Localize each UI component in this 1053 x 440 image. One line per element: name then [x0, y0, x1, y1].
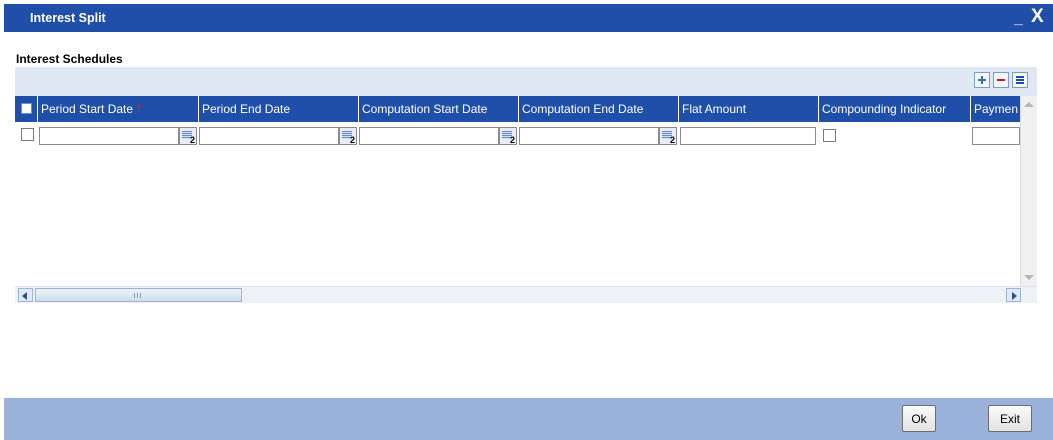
select-all-checkbox[interactable]: [21, 103, 32, 114]
title-bar: Interest Split _ X: [4, 4, 1053, 32]
scroll-up-icon[interactable]: [1024, 102, 1034, 107]
window-title: Interest Split: [30, 11, 106, 25]
vertical-scrollbar[interactable]: [1020, 96, 1037, 286]
horizontal-scroll-thumb[interactable]: [35, 288, 242, 302]
close-button[interactable]: X: [1031, 6, 1044, 28]
column-header-label: Paymen: [974, 102, 1019, 116]
grid-header: Period Start Date * Period End Date Comp…: [15, 96, 1020, 122]
footer-bar: Ok Exit: [4, 398, 1053, 440]
compounding-indicator-checkbox[interactable]: [823, 129, 836, 142]
computation-end-date-input[interactable]: [519, 127, 659, 145]
column-header-label: Period Start Date: [41, 102, 134, 116]
calendar-icon[interactable]: [339, 127, 357, 145]
interest-schedules-grid: Period Start Date * Period End Date Comp…: [15, 96, 1020, 286]
calendar-icon[interactable]: [659, 127, 677, 145]
period-end-date-input[interactable]: [199, 127, 339, 145]
scroll-down-icon[interactable]: [1024, 275, 1034, 280]
column-header-label: Computation Start Date: [362, 102, 488, 116]
section-title: Interest Schedules: [16, 52, 123, 66]
column-header-period-start-date[interactable]: Period Start Date *: [38, 96, 199, 122]
interest-split-window: Interest Split _ X Interest Schedules Pe…: [4, 4, 1053, 440]
row-select-checkbox[interactable]: [21, 128, 34, 141]
ok-button[interactable]: Ok: [902, 405, 936, 432]
column-header-period-end-date[interactable]: Period End Date: [199, 96, 359, 122]
column-header-payment[interactable]: Paymen: [971, 96, 1020, 122]
horizontal-scrollbar[interactable]: [15, 286, 1037, 303]
calendar-icon[interactable]: [179, 127, 197, 145]
column-header-computation-end-date[interactable]: Computation End Date: [519, 96, 679, 122]
column-header-computation-start-date[interactable]: Computation Start Date: [359, 96, 519, 122]
flat-amount-input[interactable]: [680, 127, 816, 145]
scroll-right-icon[interactable]: [1006, 288, 1021, 302]
period-start-date-input[interactable]: [39, 127, 179, 145]
column-header-label: Flat Amount: [682, 102, 747, 116]
scroll-left-icon[interactable]: [18, 288, 33, 302]
column-header-label: Period End Date: [202, 102, 291, 116]
grid-toolbar: [15, 67, 1037, 96]
column-header-flat-amount[interactable]: Flat Amount: [679, 96, 819, 122]
calendar-icon[interactable]: [499, 127, 517, 145]
minimize-button[interactable]: _: [1014, 10, 1023, 28]
plus-icon[interactable]: [974, 72, 990, 88]
table-row: [15, 124, 1020, 146]
exit-button[interactable]: Exit: [988, 405, 1032, 432]
list-view-icon[interactable]: [1012, 72, 1028, 88]
payment-input[interactable]: [972, 127, 1020, 145]
header-select-cell: [15, 96, 38, 122]
required-marker: *: [136, 102, 142, 116]
column-header-label: Computation End Date: [522, 102, 644, 116]
column-header-label: Compounding Indicator: [822, 102, 947, 116]
column-header-compounding-indicator[interactable]: Compounding Indicator: [819, 96, 971, 122]
computation-start-date-input[interactable]: [359, 127, 499, 145]
minus-icon[interactable]: [993, 72, 1009, 88]
